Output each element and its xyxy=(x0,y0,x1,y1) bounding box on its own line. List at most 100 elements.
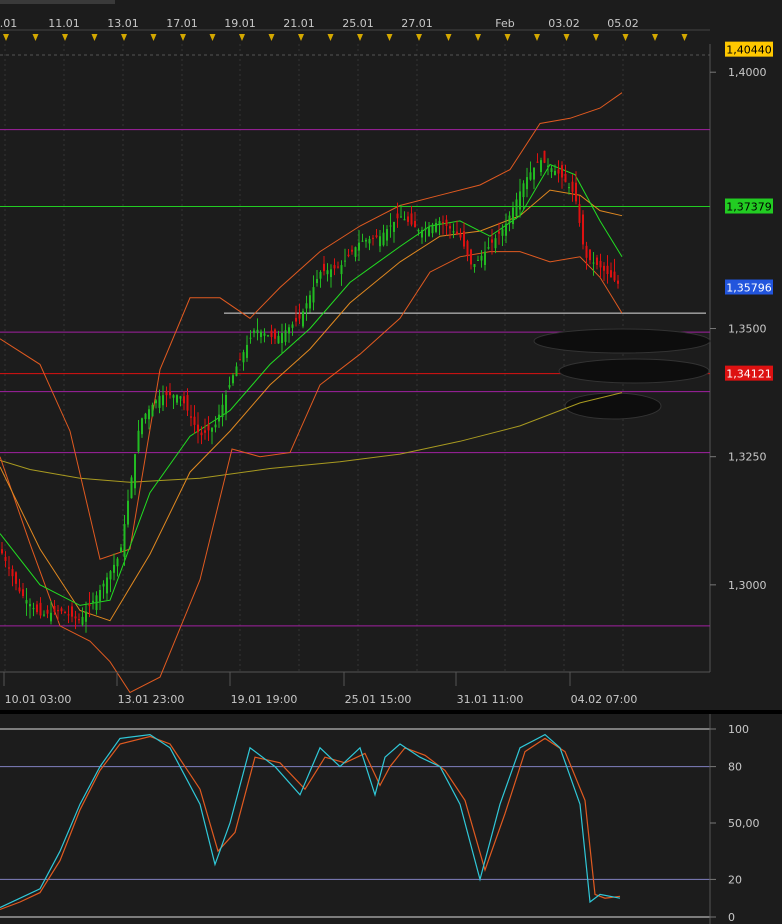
candle-body xyxy=(578,204,581,223)
candle-body xyxy=(599,260,602,268)
price-tag-label: 1,34121 xyxy=(726,368,772,381)
candle-body xyxy=(92,600,94,603)
candle-body xyxy=(232,375,234,384)
candle-body xyxy=(323,263,325,272)
candle-body xyxy=(547,165,549,168)
candle-body xyxy=(480,255,483,261)
bottom-date-label: 25.01 15:00 xyxy=(345,693,412,706)
stochastic-background xyxy=(0,714,782,924)
candle-body xyxy=(46,609,49,614)
candle-body xyxy=(291,324,294,328)
candle-body xyxy=(459,233,462,238)
price-chart: 7.01 11.01 13.01 17.01 19.01 21.01 25.01 27.01 F… xyxy=(0,0,782,924)
candle-body xyxy=(144,413,147,420)
candle-body xyxy=(484,251,486,266)
candle-body xyxy=(123,524,126,557)
candle-body xyxy=(120,547,122,553)
candle-body xyxy=(508,215,511,224)
y-tick-label: 1,4000 xyxy=(728,66,767,79)
bottom-date-label: 10.01 03:00 xyxy=(5,693,72,706)
highlight-ellipse xyxy=(564,392,662,420)
candle-body xyxy=(606,265,609,274)
candle-body xyxy=(414,220,416,228)
candle-body xyxy=(316,279,318,284)
candle-body xyxy=(330,269,332,278)
candle-body xyxy=(337,266,339,268)
candle-body xyxy=(522,183,525,198)
candle-body xyxy=(281,333,283,344)
candle-body xyxy=(466,241,469,256)
candle-body xyxy=(277,335,280,344)
candle-body xyxy=(449,226,451,229)
candle-body xyxy=(473,264,476,268)
candle-body xyxy=(8,567,10,569)
candle-body xyxy=(617,280,619,284)
candle-body xyxy=(417,229,420,232)
candle-body xyxy=(529,172,532,180)
candle-body xyxy=(95,595,98,611)
candle-body xyxy=(582,214,584,245)
candle-body xyxy=(379,236,381,247)
candle-body xyxy=(319,272,322,279)
candle-body xyxy=(242,352,245,363)
candle-body xyxy=(564,173,567,183)
candle-body xyxy=(533,167,535,180)
stochastic-tick-label: 20 xyxy=(728,873,742,886)
candle-body xyxy=(302,311,304,327)
candle-body xyxy=(109,571,112,580)
candle-body xyxy=(382,232,385,246)
candle-body xyxy=(396,213,399,219)
candle-body xyxy=(15,572,17,584)
candle-body xyxy=(312,287,315,303)
candle-body xyxy=(386,229,388,241)
candle-body xyxy=(368,238,371,244)
candle-body xyxy=(249,337,252,339)
price-tag-label: 1,37379 xyxy=(726,201,772,214)
candle-body xyxy=(288,327,290,334)
candle-body xyxy=(130,477,133,499)
candle-body xyxy=(57,610,59,612)
candle-body xyxy=(575,182,577,202)
candle-body xyxy=(554,170,556,176)
candle-body xyxy=(200,432,203,436)
candle-body xyxy=(519,191,521,210)
candle-body xyxy=(410,213,413,225)
candle-body xyxy=(36,604,38,613)
candle-body xyxy=(361,240,364,242)
candle-body xyxy=(260,331,262,337)
price-tag-label: 1,35796 xyxy=(726,282,772,295)
candle-body xyxy=(211,427,213,432)
y-tick-label: 1,3250 xyxy=(728,451,767,464)
candle-body xyxy=(197,424,199,433)
top-date-label: 11.01 xyxy=(48,17,80,30)
candle-body xyxy=(501,229,504,236)
candle-body xyxy=(358,242,360,251)
candle-body xyxy=(148,409,150,420)
candle-body xyxy=(540,160,542,173)
candle-body xyxy=(50,612,52,622)
candle-body xyxy=(214,424,217,428)
candle-body xyxy=(421,230,423,238)
candle-body xyxy=(365,239,367,242)
candle-body xyxy=(85,611,87,622)
candle-body xyxy=(235,366,238,377)
candle-body xyxy=(491,239,493,243)
candle-body xyxy=(494,238,497,249)
candle-body xyxy=(505,223,507,236)
candle-body xyxy=(270,330,273,337)
highlight-ellipse xyxy=(533,328,711,354)
candle-body xyxy=(263,333,266,336)
candle-body xyxy=(116,558,119,567)
candle-body xyxy=(354,247,357,257)
candle-body xyxy=(515,199,518,217)
top-date-label: 19.01 xyxy=(224,17,256,30)
candle-body xyxy=(256,329,259,334)
candle-body xyxy=(186,395,189,411)
candle-body xyxy=(155,400,157,404)
candle-body xyxy=(326,270,329,275)
top-date-label: 17.01 xyxy=(166,17,198,30)
stochastic-panel: 100 80 50,00 20 0 xyxy=(0,714,782,924)
candle-body xyxy=(571,181,574,192)
candle-body xyxy=(344,260,346,262)
candle-body xyxy=(190,416,192,418)
